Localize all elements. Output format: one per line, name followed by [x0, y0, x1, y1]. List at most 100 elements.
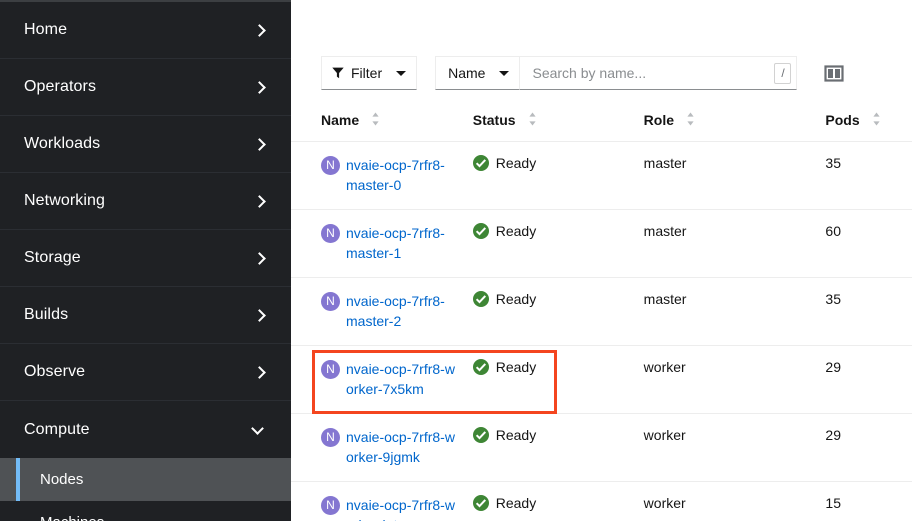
sidebar-subitem-label: Nodes [40, 471, 84, 488]
sidebar-navigation: Home Operators Workloads Networking Storage B… [0, 0, 291, 521]
column-header-label: Status [472, 112, 516, 128]
sort-arrows-icon[interactable] [686, 112, 695, 128]
sidebar-subitem-label: Machines [40, 514, 104, 521]
table-row[interactable]: Nnvaie-ocp-7rfr8-worker-9jgmk Ready worker… [291, 413, 912, 482]
funnel-icon [332, 67, 344, 79]
table-row[interactable]: Nnvaie-ocp-7rfr8-worker-jntsp Ready worker… [291, 481, 912, 521]
status-label: Ready [495, 291, 537, 307]
node-name-link[interactable]: nvaie-ocp-7rfr8-master-2 [346, 291, 456, 331]
chevron-right-icon [253, 251, 267, 265]
node-resource-badge-icon: N [321, 156, 340, 175]
search-input[interactable] [530, 64, 775, 82]
node-name-link[interactable]: nvaie-ocp-7rfr8-worker-jntsp [346, 495, 456, 521]
table-body: Nnvaie-ocp-7rfr8-master-0 Ready master 35 Nn… [291, 141, 912, 521]
table-header: Name Status Role Pods [291, 106, 912, 142]
app-root: Home Operators Workloads Networking Storage B… [0, 0, 912, 521]
status-label: Ready [495, 223, 537, 239]
check-circle-icon [472, 291, 489, 307]
sidebar-item-label: Operators [24, 78, 97, 95]
node-name-link[interactable]: nvaie-ocp-7rfr8-worker-9jgmk [346, 427, 456, 467]
sidebar-item-workloads[interactable]: Workloads [0, 116, 291, 173]
column-header-label: Name [321, 112, 360, 128]
column-header-pods[interactable]: Pods [825, 106, 912, 142]
check-circle-icon [472, 495, 489, 511]
sidebar-subitem-list: Nodes Machines [0, 458, 291, 521]
cell-pods: 29 [825, 413, 912, 482]
sort-arrows-icon[interactable] [528, 112, 537, 128]
search-shortcut-badge: / [774, 62, 792, 84]
sidebar-item-label: Builds [24, 306, 69, 323]
node-resource-badge-icon: N [321, 496, 340, 515]
cell-status: Ready [472, 345, 644, 414]
caret-down-icon [499, 70, 510, 76]
search-attribute-dropdown[interactable]: Name [435, 56, 520, 90]
sidebar-item-storage[interactable]: Storage [0, 230, 291, 287]
cell-role: worker [643, 345, 826, 414]
search-attribute-label: Name [448, 65, 486, 81]
column-header-name[interactable]: Name [291, 106, 473, 142]
sidebar-item-label: Observe [24, 363, 86, 380]
table-row[interactable]: Nnvaie-ocp-7rfr8-worker-7x5km Ready worker… [291, 345, 912, 414]
caret-down-icon [396, 70, 407, 76]
column-header-role[interactable]: Role [643, 106, 826, 142]
node-name-link[interactable]: nvaie-ocp-7rfr8-master-0 [346, 155, 456, 195]
chevron-right-icon [253, 80, 267, 94]
sidebar-item-operators[interactable]: Operators [0, 59, 291, 116]
filter-label: Filter [351, 65, 383, 81]
cell-pods: 35 [825, 141, 912, 210]
search-input-wrapper[interactable]: / [519, 56, 798, 90]
sidebar-item-builds[interactable]: Builds [0, 287, 291, 344]
cell-status: Ready [472, 141, 644, 210]
check-circle-icon [472, 155, 489, 171]
cell-name: Nnvaie-ocp-7rfr8-master-1 [291, 209, 473, 278]
cell-role: worker [643, 413, 826, 482]
status-label: Ready [495, 155, 537, 171]
main-content: Filter Name / [291, 0, 912, 521]
cell-role: worker [643, 481, 826, 521]
sidebar-item-label: Storage [24, 249, 81, 266]
cell-name: Nnvaie-ocp-7rfr8-master-0 [291, 141, 473, 210]
sort-arrows-icon[interactable] [872, 112, 881, 128]
column-header-status[interactable]: Status [472, 106, 644, 142]
cell-name: Nnvaie-ocp-7rfr8-worker-jntsp [291, 481, 473, 521]
chevron-right-icon [253, 308, 267, 322]
sidebar-item-label: Home [24, 21, 68, 38]
table-row[interactable]: Nnvaie-ocp-7rfr8-master-1 Ready master 60 [291, 209, 912, 278]
sidebar-item-compute[interactable]: Compute [0, 401, 291, 458]
table-row[interactable]: Nnvaie-ocp-7rfr8-master-2 Ready master 35 [291, 277, 912, 346]
cell-name: Nnvaie-ocp-7rfr8-worker-7x5km [291, 345, 473, 414]
status-label: Ready [495, 359, 537, 375]
columns-manage-icon[interactable] [823, 62, 845, 84]
node-resource-badge-icon: N [321, 428, 340, 447]
column-header-label: Role [643, 112, 675, 128]
status-label: Ready [495, 427, 537, 443]
sidebar-subitem-machines[interactable]: Machines [0, 501, 291, 521]
cell-pods: 15 [825, 481, 912, 521]
chevron-down-icon [253, 423, 267, 437]
sidebar-item-observe[interactable]: Observe [0, 344, 291, 401]
table-toolbar: Filter Name / [291, 44, 912, 102]
cell-role: master [643, 209, 826, 278]
sidebar-subitem-nodes[interactable]: Nodes [0, 458, 291, 501]
sidebar-item-label: Networking [24, 192, 106, 209]
chevron-right-icon [253, 23, 267, 37]
cell-name: Nnvaie-ocp-7rfr8-worker-9jgmk [291, 413, 473, 482]
filter-dropdown-button[interactable]: Filter [321, 56, 418, 90]
check-circle-icon [472, 427, 489, 443]
cell-pods: 35 [825, 277, 912, 346]
table-row[interactable]: Nnvaie-ocp-7rfr8-master-0 Ready master 35 [291, 141, 912, 210]
chevron-right-icon [253, 365, 267, 379]
cell-status: Ready [472, 209, 644, 278]
sort-arrows-icon[interactable] [371, 112, 380, 128]
chevron-right-icon [253, 137, 267, 151]
node-resource-badge-icon: N [321, 292, 340, 311]
cell-role: master [643, 277, 826, 346]
cell-status: Ready [472, 481, 644, 521]
sidebar-item-networking[interactable]: Networking [0, 173, 291, 230]
sidebar-item-home[interactable]: Home [0, 2, 291, 59]
node-name-link[interactable]: nvaie-ocp-7rfr8-master-1 [346, 223, 456, 263]
node-name-link[interactable]: nvaie-ocp-7rfr8-worker-7x5km [346, 359, 456, 399]
sidebar-item-label: Compute [24, 420, 90, 438]
cell-status: Ready [472, 277, 644, 346]
sidebar-item-label: Workloads [24, 135, 101, 152]
